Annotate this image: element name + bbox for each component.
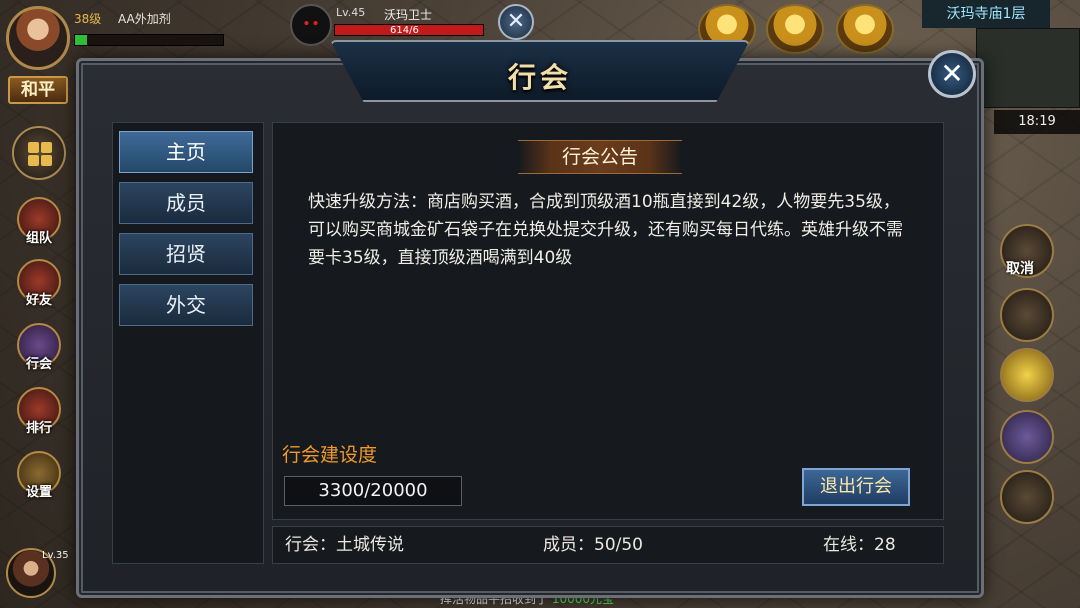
dialog-title: 行会 bbox=[507, 61, 572, 94]
friends-label: 好友 bbox=[25, 293, 52, 308]
player-level: 38级 bbox=[74, 12, 102, 26]
sword-skill-icon[interactable] bbox=[1000, 470, 1054, 524]
settings-button[interactable]: 设置 bbox=[14, 444, 64, 500]
main-menu-button[interactable] bbox=[12, 126, 66, 180]
map-name: 沃玛寺庙1层 bbox=[922, 0, 1050, 28]
target-close-button[interactable]: ✕ bbox=[498, 4, 534, 40]
grid-icon bbox=[28, 142, 39, 153]
guild-name: 行会：土城传说 bbox=[285, 535, 404, 555]
target-hp-text: 614/6 bbox=[390, 25, 419, 36]
guild-label: 行会 bbox=[25, 357, 52, 372]
member-count: 成员：50/50 bbox=[543, 535, 643, 555]
build-progress-value: 3300/20000 bbox=[284, 476, 462, 506]
friends-button[interactable]: 好友 bbox=[14, 252, 64, 308]
treasure-bowl-icon[interactable] bbox=[766, 4, 824, 54]
team-button[interactable]: 组队 bbox=[14, 190, 64, 246]
attack-mode-button[interactable]: 和平 bbox=[8, 76, 68, 104]
ranking-label: 排行 bbox=[25, 421, 52, 436]
team-label: 组队 bbox=[25, 231, 52, 246]
treasure-chest-icon[interactable] bbox=[836, 4, 894, 54]
quit-guild-button[interactable]: 退出行会 bbox=[802, 468, 910, 506]
settings-label: 设置 bbox=[25, 485, 52, 500]
minimap[interactable] bbox=[976, 28, 1080, 108]
tab-diplomacy[interactable]: 外交 bbox=[119, 284, 253, 326]
player-hp-fill bbox=[75, 35, 87, 45]
notice-title: 行会公告 bbox=[518, 140, 682, 174]
game-clock: 18:19 bbox=[994, 110, 1080, 134]
build-progress-label: 行会建设度 bbox=[282, 444, 378, 466]
dialog-close-button[interactable]: ✕ bbox=[928, 50, 976, 98]
target-level: Lv.45 bbox=[336, 6, 366, 19]
guild-button[interactable]: 行会 bbox=[14, 316, 64, 372]
ranking-button[interactable]: 排行 bbox=[14, 380, 64, 436]
demon-skill-icon[interactable] bbox=[1000, 410, 1054, 464]
player-avatar[interactable] bbox=[6, 6, 70, 70]
tab-home[interactable]: 主页 bbox=[119, 131, 253, 173]
online-count: 在线：28 bbox=[823, 535, 896, 555]
tab-recruit[interactable]: 招贤 bbox=[119, 233, 253, 275]
cancel-label: 取消 bbox=[1006, 261, 1034, 277]
potion-icon[interactable] bbox=[1000, 348, 1054, 402]
player-name: AA外加剂 bbox=[118, 12, 171, 26]
guild-info-bar: 行会：土城传说 成员：50/50 在线：28 bbox=[272, 526, 944, 564]
tab-members[interactable]: 成员 bbox=[119, 182, 253, 224]
player-hp-bar bbox=[74, 34, 224, 46]
vortex-skill-icon[interactable] bbox=[1000, 288, 1054, 342]
hero-level: Lv.35 bbox=[42, 550, 69, 561]
target-avatar bbox=[290, 4, 332, 46]
notice-text: 快速升级方法：商店购买酒，合成到顶级酒10瓶直接到42级，人物要先35级，可以购… bbox=[308, 192, 903, 268]
target-name: 沃玛卫士 bbox=[384, 8, 433, 22]
